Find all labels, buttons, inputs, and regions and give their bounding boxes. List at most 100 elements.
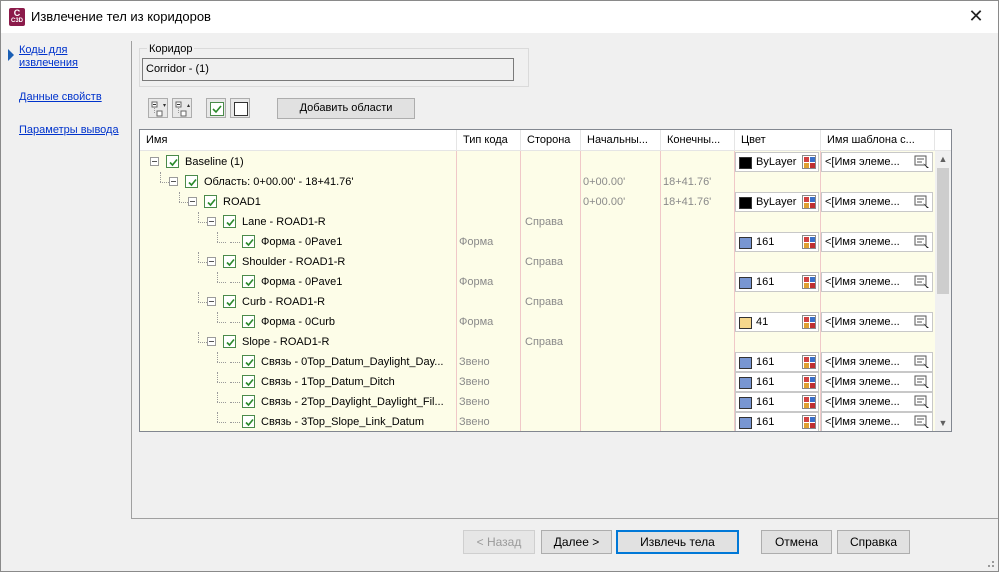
name-template-cell[interactable]: <[Имя элеме... <box>821 372 933 392</box>
color-palette-icon[interactable] <box>802 235 816 249</box>
table-row[interactable]: Область: 0+00.00' - 18+41.76' 0+00.00' 18+… <box>140 172 935 192</box>
color-picker-cell[interactable]: ByLayer <box>735 152 819 172</box>
row-checkbox[interactable] <box>242 315 255 328</box>
template-editor-icon[interactable] <box>914 275 930 289</box>
nav-item-extract-codes[interactable]: Коды для извлечения <box>19 44 119 70</box>
add-areas-button[interactable]: Добавить области <box>277 98 415 119</box>
row-checkbox[interactable] <box>242 355 255 368</box>
scroll-down-icon[interactable]: ▼ <box>935 415 951 431</box>
table-row[interactable]: Shoulder - ROAD1-R Справа <box>140 252 935 272</box>
color-picker-cell[interactable]: ByLayer <box>735 192 819 212</box>
table-row[interactable]: Связь - 0Top_Datum_Daylight_Day... Звено 1… <box>140 352 935 372</box>
table-row[interactable]: Связь - 2Top_Daylight_Daylight_Fil... Зве… <box>140 392 935 412</box>
name-template-cell[interactable]: <[Имя элеме... <box>821 192 933 212</box>
collapse-toggle-icon[interactable] <box>169 177 178 186</box>
cancel-button[interactable]: Отмена <box>761 530 832 554</box>
close-icon[interactable]: ✕ <box>966 6 986 26</box>
collapse-toggle-icon[interactable] <box>188 197 197 206</box>
name-template-cell[interactable]: <[Имя элеме... <box>821 272 933 292</box>
color-palette-icon[interactable] <box>802 275 816 289</box>
col-header-end[interactable]: Конечны... <box>661 130 735 151</box>
row-code-type <box>459 192 519 212</box>
table-row[interactable]: Curb - ROAD1-R Справа <box>140 292 935 312</box>
template-editor-icon[interactable] <box>914 195 930 209</box>
color-picker-cell[interactable]: 161 <box>735 412 819 431</box>
color-picker-cell[interactable]: 161 <box>735 392 819 412</box>
template-editor-icon[interactable] <box>914 235 930 249</box>
color-palette-icon[interactable] <box>802 155 816 169</box>
row-checkbox[interactable] <box>223 295 236 308</box>
col-header-name[interactable]: Имя <box>140 130 457 151</box>
col-header-color[interactable]: Цвет <box>735 130 821 151</box>
row-checkbox[interactable] <box>242 375 255 388</box>
color-palette-icon[interactable] <box>802 395 816 409</box>
col-header-code-type[interactable]: Тип кода <box>457 130 521 151</box>
table-row[interactable]: Baseline (1) ByLayer <[Имя элеме... <box>140 152 935 172</box>
collapse-toggle-icon[interactable] <box>207 337 216 346</box>
row-checkbox[interactable] <box>242 415 255 428</box>
scroll-up-icon[interactable]: ▲ <box>935 151 951 167</box>
color-picker-cell[interactable]: 161 <box>735 232 819 252</box>
vertical-scrollbar[interactable]: ▲ ▼ <box>935 151 951 431</box>
color-picker-cell[interactable]: 41 <box>735 312 819 332</box>
uncheck-all-button[interactable] <box>230 98 250 118</box>
next-button[interactable]: Далее > <box>541 530 612 554</box>
collapse-toggle-icon[interactable] <box>207 297 216 306</box>
template-editor-icon[interactable] <box>914 155 930 169</box>
template-editor-icon[interactable] <box>914 395 930 409</box>
nav-item-output-params[interactable]: Параметры вывода <box>19 124 119 137</box>
table-row[interactable]: Форма - 0Pave1 Форма 161 <[Имя элеме... <box>140 232 935 252</box>
color-palette-icon[interactable] <box>802 195 816 209</box>
color-palette-icon[interactable] <box>802 375 816 389</box>
extract-solids-button[interactable]: Извлечь тела <box>616 530 739 554</box>
help-button[interactable]: Справка <box>837 530 910 554</box>
color-palette-icon[interactable] <box>802 315 816 329</box>
color-picker-cell[interactable]: 161 <box>735 272 819 292</box>
name-template-cell[interactable]: <[Имя элеме... <box>821 412 933 431</box>
corridor-field[interactable]: Corridor - (1) <box>142 58 514 81</box>
collapse-all-button[interactable] <box>172 98 192 118</box>
back-button[interactable]: < Назад <box>463 530 535 554</box>
template-editor-icon[interactable] <box>914 355 930 369</box>
check-all-button[interactable] <box>206 98 226 118</box>
table-row[interactable]: Связь - 1Top_Datum_Ditch Звено 161 <[Имя эл… <box>140 372 935 392</box>
name-template-cell[interactable]: <[Имя элеме... <box>821 312 933 332</box>
name-template-cell[interactable]: <[Имя элеме... <box>821 352 933 372</box>
name-template-cell[interactable]: <[Имя элеме... <box>821 392 933 412</box>
template-editor-icon[interactable] <box>914 315 930 329</box>
color-picker-cell[interactable]: 161 <box>735 372 819 392</box>
row-checkbox[interactable] <box>242 395 255 408</box>
color-palette-icon[interactable] <box>802 355 816 369</box>
table-row[interactable]: Форма - 0Pave1 Форма 161 <[Имя элеме... <box>140 272 935 292</box>
template-editor-icon[interactable] <box>914 375 930 389</box>
collapse-toggle-icon[interactable] <box>150 157 159 166</box>
row-checkbox[interactable] <box>166 155 179 168</box>
name-template-cell[interactable]: <[Имя элеме... <box>821 152 933 172</box>
scroll-thumb[interactable] <box>937 168 949 294</box>
collapse-toggle-icon[interactable] <box>207 217 216 226</box>
resize-grip-icon[interactable] <box>985 558 995 568</box>
table-row[interactable]: Связь - 3Top_Slope_Link_Datum Звено 161 <[И… <box>140 412 935 431</box>
row-checkbox[interactable] <box>185 175 198 188</box>
color-palette-icon[interactable] <box>802 415 816 429</box>
table-row[interactable]: Форма - 0Curb Форма 41 <[Имя элеме... <box>140 312 935 332</box>
row-checkbox[interactable] <box>223 335 236 348</box>
template-editor-icon[interactable] <box>914 415 930 429</box>
col-header-side[interactable]: Сторона <box>521 130 581 151</box>
expand-all-button[interactable] <box>148 98 168 118</box>
row-checkbox[interactable] <box>223 215 236 228</box>
row-checkbox[interactable] <box>223 255 236 268</box>
row-checkbox[interactable] <box>204 195 217 208</box>
row-checkbox[interactable] <box>242 235 255 248</box>
color-picker-cell[interactable]: 161 <box>735 352 819 372</box>
nav-item-property-data[interactable]: Данные свойств <box>19 91 119 104</box>
collapse-toggle-icon[interactable] <box>207 257 216 266</box>
col-header-start[interactable]: Начальны... <box>581 130 661 151</box>
row-checkbox[interactable] <box>242 275 255 288</box>
row-end-station <box>663 272 733 292</box>
name-template-cell[interactable]: <[Имя элеме... <box>821 232 933 252</box>
table-row[interactable]: Slope - ROAD1-R Справа <box>140 332 935 352</box>
table-row[interactable]: ROAD1 0+00.00' 18+41.76' ByLayer <[Имя элеме… <box>140 192 935 212</box>
col-header-template[interactable]: Имя шаблона с... <box>821 130 935 151</box>
table-row[interactable]: Lane - ROAD1-R Справа <box>140 212 935 232</box>
